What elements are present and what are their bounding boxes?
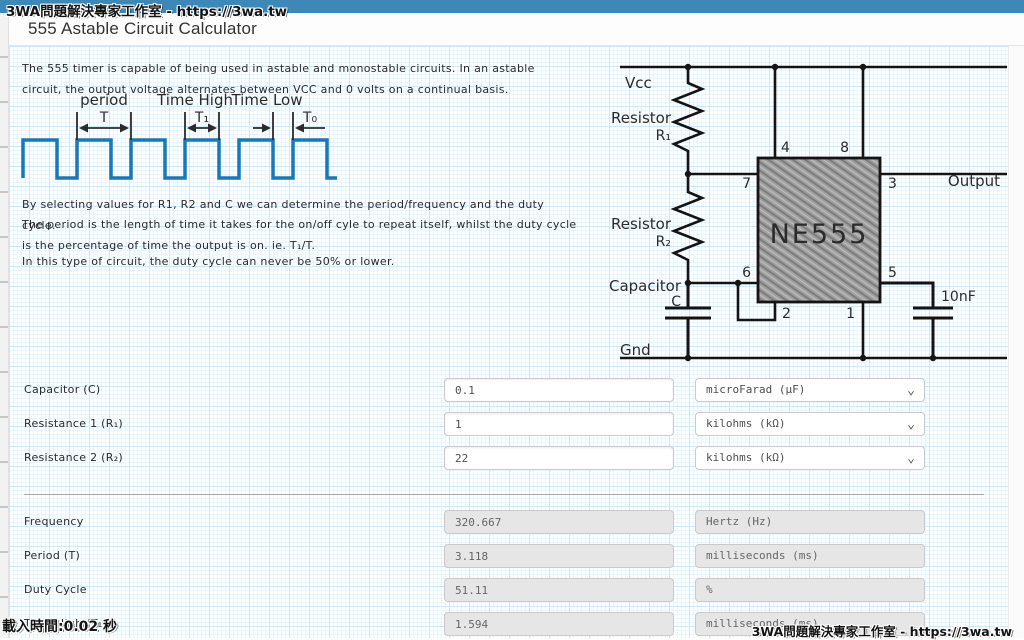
watermark-bottom-left: 載入時間:0.02 秒 bbox=[2, 616, 117, 636]
frequency-row: Frequency Hertz (Hz) bbox=[9, 510, 1008, 534]
output-label: Output bbox=[948, 172, 1000, 190]
capacitor-unit-select[interactable]: microFarad (µF) ⌄ bbox=[695, 378, 925, 402]
scrollbar-track[interactable] bbox=[1008, 46, 1024, 638]
resistance2-unit-select[interactable]: kilohms (kΩ) ⌄ bbox=[695, 446, 925, 470]
chevron-down-icon: ⌄ bbox=[907, 380, 915, 402]
resistance1-label: Resistance 1 (R₁) bbox=[24, 413, 123, 434]
resistance2-input[interactable] bbox=[444, 446, 674, 470]
period-label: period bbox=[80, 91, 128, 109]
gnd-label: Gnd bbox=[620, 341, 651, 359]
capacitor-symbol: C bbox=[671, 294, 681, 310]
resistance1-input[interactable] bbox=[444, 412, 674, 436]
resistor1-label: Resistor bbox=[611, 109, 672, 127]
vcc-label: Vcc bbox=[625, 74, 652, 92]
time-high-symbol: T₁ bbox=[194, 110, 209, 126]
capacitor-label: Capacitor bbox=[609, 277, 682, 295]
chevron-down-icon: ⌄ bbox=[907, 448, 915, 470]
resistance1-unit-select[interactable]: kilohms (kΩ) ⌄ bbox=[695, 412, 925, 436]
bypass-cap-label: 10nF bbox=[941, 289, 976, 305]
resistor2-symbol: R₂ bbox=[656, 234, 671, 250]
capacitor-unit-value: microFarad (µF) bbox=[706, 383, 805, 396]
period-row: Period (T) milliseconds (ms) bbox=[9, 544, 1008, 568]
time-high-value bbox=[444, 612, 674, 636]
resistance2-row: Resistance 2 (R₂) kilohms (kΩ) ⌄ bbox=[9, 446, 1008, 470]
square-wave bbox=[23, 140, 337, 178]
frequency-value bbox=[444, 510, 674, 534]
resistor2-label: Resistor bbox=[611, 215, 672, 233]
section-divider bbox=[24, 494, 984, 495]
period-symbol: T bbox=[99, 110, 109, 126]
circuit-diagram: NE555 Vcc Gnd Resistor R₁ Resistor R₂ Ca… bbox=[605, 55, 1015, 371]
frequency-unit: Hertz (Hz) bbox=[695, 510, 925, 534]
svg-text:1: 1 bbox=[846, 306, 855, 322]
time-low-symbol: T₀ bbox=[302, 110, 318, 126]
duty-cycle-value bbox=[444, 578, 674, 602]
resistor-r2 bbox=[674, 174, 702, 283]
capacitor-input[interactable] bbox=[444, 378, 674, 402]
duty-cycle-unit: % bbox=[695, 578, 925, 602]
svg-text:3: 3 bbox=[888, 176, 897, 192]
intro-paragraph-3: The period is the length of time it take… bbox=[22, 214, 578, 256]
period-value bbox=[444, 544, 674, 568]
svg-text:7: 7 bbox=[742, 176, 751, 192]
main-content: The 555 timer is capable of being used i… bbox=[9, 46, 1008, 638]
time-high-label: Time High bbox=[156, 91, 233, 109]
period-label: Period (T) bbox=[24, 545, 80, 566]
resistance2-unit-value: kilohms (kΩ) bbox=[706, 451, 785, 464]
resistance1-unit-value: kilohms (kΩ) bbox=[706, 417, 785, 430]
period-unit: milliseconds (ms) bbox=[695, 544, 925, 568]
watermark-bottom-right: 3WA問題解決專家工作室 - https://3wa.tw bbox=[752, 621, 1012, 640]
left-edge-ruler bbox=[0, 13, 9, 638]
svg-text:8: 8 bbox=[840, 140, 849, 156]
waveform-diagram: period T Time High T₁ Time Low T₀ bbox=[15, 90, 345, 189]
svg-text:4: 4 bbox=[781, 140, 790, 156]
resistance1-row: Resistance 1 (R₁) kilohms (kΩ) ⌄ bbox=[9, 412, 1008, 436]
resistor-r1 bbox=[674, 67, 702, 174]
watermark-top-left: 3WA問題解決專家工作室 - https://3wa.tw bbox=[6, 0, 287, 20]
capacitor-row: Capacitor (C) microFarad (µF) ⌄ bbox=[9, 378, 1008, 402]
chevron-down-icon: ⌄ bbox=[907, 414, 915, 436]
frequency-label: Frequency bbox=[24, 511, 84, 532]
capacitor-label: Capacitor (C) bbox=[24, 379, 100, 400]
page-title: 555 Astable Circuit Calculator bbox=[28, 19, 257, 39]
time-low-label: Time Low bbox=[230, 91, 302, 109]
svg-text:2: 2 bbox=[782, 306, 791, 322]
svg-text:5: 5 bbox=[888, 265, 897, 281]
svg-text:6: 6 bbox=[742, 265, 751, 281]
resistor1-symbol: R₁ bbox=[656, 128, 671, 144]
duty-cycle-row: Duty Cycle % bbox=[9, 578, 1008, 602]
resistance2-label: Resistance 2 (R₂) bbox=[24, 447, 123, 468]
intro-paragraph-4: In this type of circuit, the duty cycle … bbox=[22, 251, 578, 272]
duty-cycle-label: Duty Cycle bbox=[24, 579, 87, 600]
chip-label: NE555 bbox=[770, 219, 869, 250]
